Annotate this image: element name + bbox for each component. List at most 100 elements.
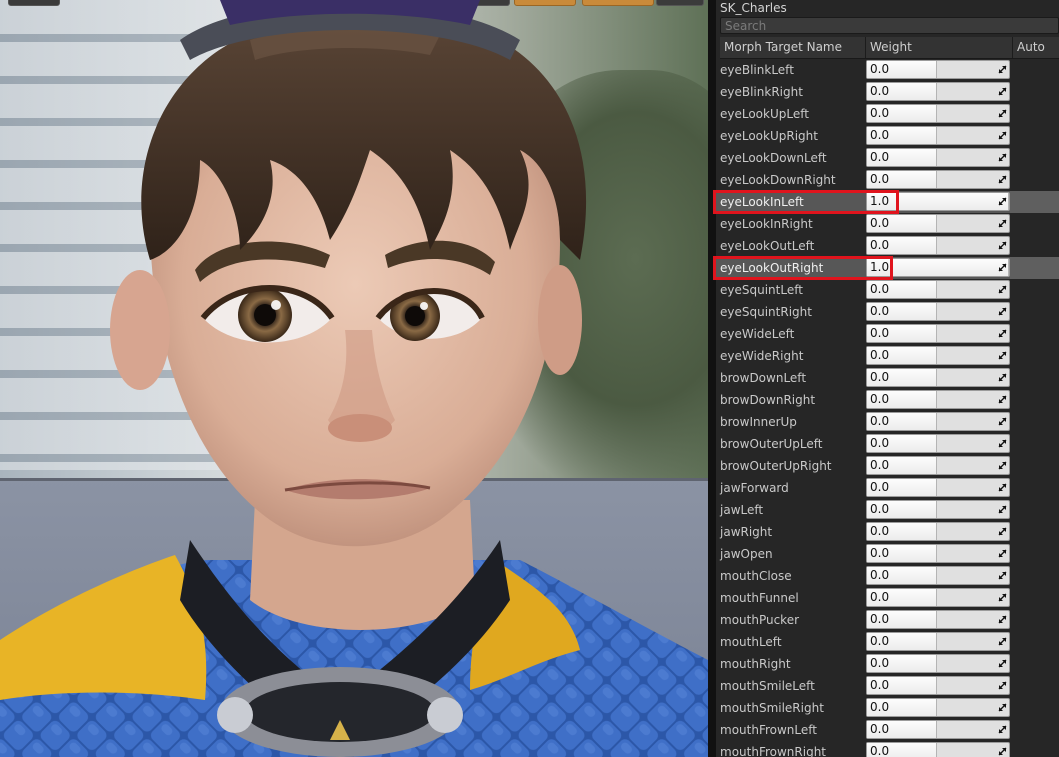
morph-target-row[interactable]: eyeSquintLeft 0.0 bbox=[716, 279, 1059, 301]
column-header-auto[interactable]: Auto bbox=[1012, 37, 1059, 58]
morph-target-name: eyeLookDownLeft bbox=[720, 151, 827, 165]
weight-value: 0.0 bbox=[870, 744, 890, 757]
morph-target-list[interactable]: eyeBlinkLeft 0.0 eyeBlinkRight 0.0 eyeLookUp… bbox=[716, 59, 1059, 757]
weight-slider[interactable]: 0.0 bbox=[866, 720, 1010, 739]
weight-slider[interactable]: 0.0 bbox=[866, 148, 1010, 167]
morph-target-row[interactable]: jawLeft 0.0 bbox=[716, 499, 1059, 521]
weight-slider[interactable]: 0.0 bbox=[866, 280, 1010, 299]
weight-slider[interactable]: 1.0 bbox=[866, 192, 1010, 211]
morph-target-row[interactable]: eyeBlinkRight 0.0 bbox=[716, 81, 1059, 103]
viewport[interactable] bbox=[0, 0, 708, 757]
morph-target-row[interactable]: jawRight 0.0 bbox=[716, 521, 1059, 543]
weight-slider[interactable]: 0.0 bbox=[866, 170, 1010, 189]
weight-slider[interactable]: 0.0 bbox=[866, 632, 1010, 651]
resize-arrow-icon bbox=[998, 373, 1007, 382]
morph-target-row[interactable]: eyeLookOutLeft 0.0 bbox=[716, 235, 1059, 257]
morph-target-row[interactable]: eyeLookOutRight 1.0 bbox=[716, 257, 1059, 279]
morph-target-row[interactable]: mouthSmileLeft 0.0 bbox=[716, 675, 1059, 697]
morph-target-row[interactable]: jawForward 0.0 bbox=[716, 477, 1059, 499]
weight-value: 0.0 bbox=[870, 480, 890, 494]
morph-target-name: mouthFrownRight bbox=[720, 745, 827, 757]
resize-arrow-icon bbox=[998, 527, 1007, 536]
weight-slider[interactable]: 0.0 bbox=[866, 698, 1010, 717]
morph-target-name: mouthRight bbox=[720, 657, 791, 671]
morph-target-row[interactable]: mouthSmileRight 0.0 bbox=[716, 697, 1059, 719]
morph-target-row[interactable]: mouthFrownLeft 0.0 bbox=[716, 719, 1059, 741]
morph-target-row[interactable]: eyeLookDownLeft 0.0 bbox=[716, 147, 1059, 169]
weight-slider[interactable]: 0.0 bbox=[866, 522, 1010, 541]
morph-target-row[interactable]: mouthPucker 0.0 bbox=[716, 609, 1059, 631]
resize-arrow-icon bbox=[998, 241, 1007, 250]
weight-slider[interactable]: 0.0 bbox=[866, 654, 1010, 673]
resize-arrow-icon bbox=[998, 483, 1007, 492]
morph-target-row[interactable]: mouthRight 0.0 bbox=[716, 653, 1059, 675]
morph-target-row[interactable]: eyeLookDownRight 0.0 bbox=[716, 169, 1059, 191]
search-box[interactable] bbox=[720, 17, 1059, 34]
weight-value: 0.0 bbox=[870, 502, 890, 516]
resize-arrow-icon bbox=[998, 703, 1007, 712]
morph-target-row[interactable]: eyeWideRight 0.0 bbox=[716, 345, 1059, 367]
morph-target-name: eyeLookDownRight bbox=[720, 173, 836, 187]
morph-target-row[interactable]: eyeLookInLeft 1.0 bbox=[716, 191, 1059, 213]
morph-target-row[interactable]: browOuterUpLeft 0.0 bbox=[716, 433, 1059, 455]
weight-value: 0.0 bbox=[870, 722, 890, 736]
weight-value: 0.0 bbox=[870, 612, 890, 626]
weight-slider[interactable]: 0.0 bbox=[866, 544, 1010, 563]
morph-target-row[interactable]: mouthClose 0.0 bbox=[716, 565, 1059, 587]
weight-slider[interactable]: 0.0 bbox=[866, 390, 1010, 409]
weight-slider[interactable]: 0.0 bbox=[866, 60, 1010, 79]
column-header-weight[interactable]: Weight bbox=[865, 37, 1012, 58]
panel-splitter[interactable] bbox=[708, 0, 716, 757]
weight-slider[interactable]: 0.0 bbox=[866, 104, 1010, 123]
morph-target-row[interactable]: eyeSquintRight 0.0 bbox=[716, 301, 1059, 323]
morph-target-row[interactable]: browOuterUpRight 0.0 bbox=[716, 455, 1059, 477]
resize-arrow-icon bbox=[998, 461, 1007, 470]
weight-slider[interactable]: 1.0 bbox=[866, 258, 1010, 277]
weight-slider[interactable]: 0.0 bbox=[866, 368, 1010, 387]
weight-slider[interactable]: 0.0 bbox=[866, 324, 1010, 343]
weight-slider[interactable]: 0.0 bbox=[866, 236, 1010, 255]
weight-slider[interactable]: 0.0 bbox=[866, 478, 1010, 497]
auto-cell[interactable] bbox=[1010, 191, 1059, 213]
morph-target-row[interactable]: jawOpen 0.0 bbox=[716, 543, 1059, 565]
weight-slider[interactable]: 0.0 bbox=[866, 566, 1010, 585]
morph-target-name: browDownLeft bbox=[720, 371, 807, 385]
weight-slider[interactable]: 0.0 bbox=[866, 346, 1010, 365]
weight-slider[interactable]: 0.0 bbox=[866, 610, 1010, 629]
morph-target-name: eyeWideLeft bbox=[720, 327, 795, 341]
morph-target-row[interactable]: mouthFrownRight 0.0 bbox=[716, 741, 1059, 757]
auto-cell[interactable] bbox=[1010, 257, 1059, 279]
weight-slider[interactable]: 0.0 bbox=[866, 214, 1010, 233]
resize-arrow-icon bbox=[998, 505, 1007, 514]
morph-target-row[interactable]: eyeLookUpLeft 0.0 bbox=[716, 103, 1059, 125]
morph-target-name: eyeLookOutRight bbox=[720, 261, 824, 275]
resize-arrow-icon bbox=[998, 615, 1007, 624]
morph-target-name: mouthFrownLeft bbox=[720, 723, 817, 737]
weight-slider[interactable]: 0.0 bbox=[866, 588, 1010, 607]
morph-target-name: browOuterUpRight bbox=[720, 459, 832, 473]
weight-value: 0.0 bbox=[870, 282, 890, 296]
weight-slider[interactable]: 0.0 bbox=[866, 302, 1010, 321]
morph-target-row[interactable]: eyeWideLeft 0.0 bbox=[716, 323, 1059, 345]
morph-target-row[interactable]: eyeLookInRight 0.0 bbox=[716, 213, 1059, 235]
weight-slider[interactable]: 0.0 bbox=[866, 676, 1010, 695]
weight-slider[interactable]: 0.0 bbox=[866, 412, 1010, 431]
weight-slider[interactable]: 0.0 bbox=[866, 742, 1010, 757]
morph-target-row[interactable]: eyeBlinkLeft 0.0 bbox=[716, 59, 1059, 81]
weight-slider[interactable]: 0.0 bbox=[866, 82, 1010, 101]
morph-target-row[interactable]: browDownLeft 0.0 bbox=[716, 367, 1059, 389]
weight-slider[interactable]: 0.0 bbox=[866, 456, 1010, 475]
morph-target-row[interactable]: mouthFunnel 0.0 bbox=[716, 587, 1059, 609]
character-preview bbox=[0, 0, 708, 757]
column-header-morph-target-name[interactable]: Morph Target Name bbox=[720, 37, 865, 58]
weight-slider[interactable]: 0.0 bbox=[866, 434, 1010, 453]
morph-target-row[interactable]: browDownRight 0.0 bbox=[716, 389, 1059, 411]
morph-target-row[interactable]: mouthLeft 0.0 bbox=[716, 631, 1059, 653]
morph-target-row[interactable]: browInnerUp 0.0 bbox=[716, 411, 1059, 433]
morph-target-row[interactable]: eyeLookUpRight 0.0 bbox=[716, 125, 1059, 147]
search-input[interactable] bbox=[721, 18, 1058, 33]
morph-target-name: eyeLookUpLeft bbox=[720, 107, 809, 121]
weight-slider[interactable]: 0.0 bbox=[866, 126, 1010, 145]
weight-slider[interactable]: 0.0 bbox=[866, 500, 1010, 519]
morph-target-name: browDownRight bbox=[720, 393, 816, 407]
